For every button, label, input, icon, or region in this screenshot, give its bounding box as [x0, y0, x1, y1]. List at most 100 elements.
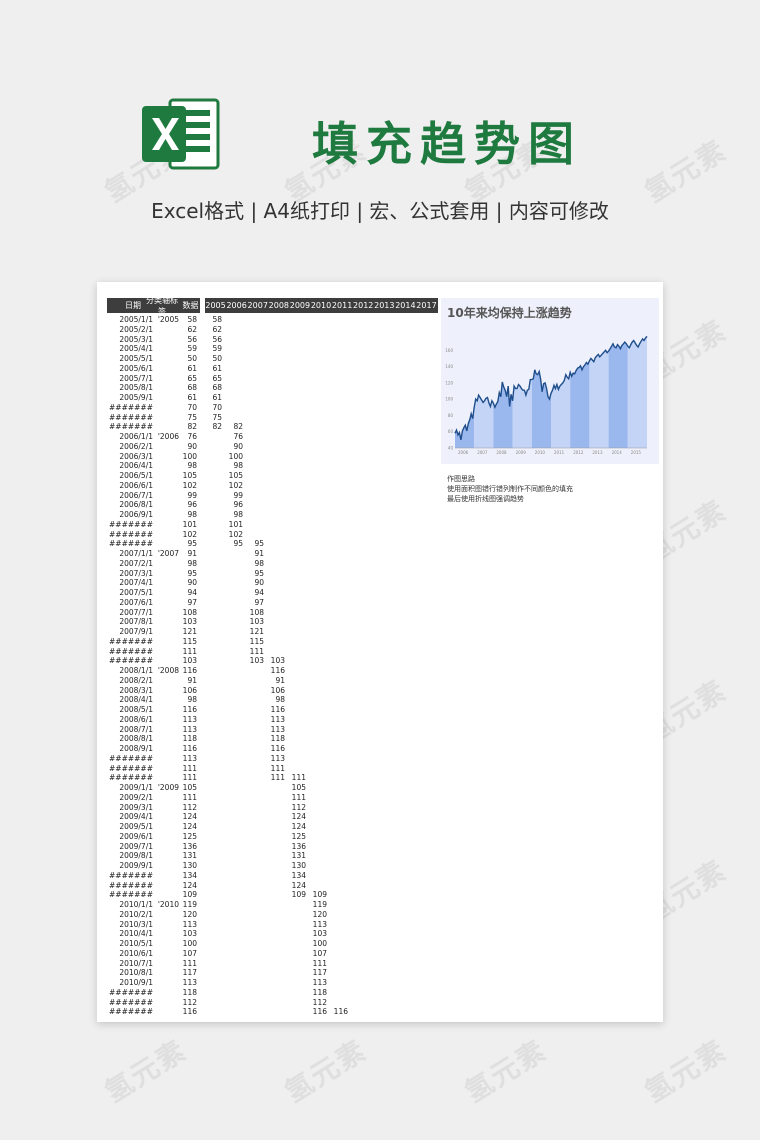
- year-value-cell: 112: [312, 997, 327, 1007]
- year-value-cell: 111: [249, 646, 264, 656]
- table-row: 2010/2/1 120 120: [97, 910, 663, 920]
- year-value-cell: 124: [291, 822, 306, 831]
- value-cell: 107: [182, 948, 197, 958]
- y-tick-label: 120: [445, 380, 453, 385]
- year-value-cell: 98: [275, 695, 285, 705]
- date-cell: 2006/7/1: [119, 490, 153, 500]
- date-cell: #######: [109, 997, 153, 1007]
- year-value-cell: 97: [254, 597, 264, 607]
- year-header-2012: 2012: [353, 301, 374, 310]
- table-row: 2006/7/1 99 99: [97, 491, 663, 501]
- date-cell: 2005/2/1: [119, 324, 153, 334]
- year-value-cell: 105: [228, 471, 243, 480]
- table-row: 2006/9/1 98 98: [97, 510, 663, 520]
- date-cell: #######: [109, 539, 153, 549]
- year-header-2010: 2010: [310, 301, 332, 310]
- table-row: 2008/2/1 91 91: [97, 676, 663, 686]
- year-value-cell: 116: [312, 1007, 327, 1017]
- date-cell: #######: [109, 773, 153, 783]
- area-band-2014: [608, 342, 628, 448]
- value-cell: 111: [182, 773, 197, 783]
- year-value-cell: 117: [312, 968, 327, 978]
- date-cell: #######: [109, 880, 153, 890]
- x-tick-label: 2015: [631, 450, 642, 455]
- value-cell: 113: [182, 724, 197, 734]
- watermark-text: 氢元素: [458, 1033, 553, 1110]
- value-cell: 117: [182, 968, 197, 978]
- table-row: ####### 134 134: [97, 871, 663, 881]
- category-cell: '2010: [157, 900, 179, 909]
- table-row: ####### 103 103 103: [97, 656, 663, 666]
- year-header-2013: 2013: [374, 301, 395, 310]
- year-value-cell-next: 109: [312, 890, 327, 900]
- year-value-cell: 119: [312, 900, 327, 909]
- value-cell: 125: [182, 831, 197, 841]
- year-value-cell: 124: [291, 880, 306, 890]
- column-header-category: 分类轴标签: [146, 295, 178, 316]
- table-row: 2009/5/1 124 124: [97, 822, 663, 832]
- year-value-cell: 96: [233, 500, 243, 510]
- year-value-cell: 108: [249, 607, 264, 617]
- x-tick-label: 2008: [496, 450, 507, 455]
- date-cell: #######: [109, 870, 153, 880]
- table-row: 2007/8/1 103 103: [97, 617, 663, 627]
- value-cell: 94: [187, 588, 197, 597]
- table-row: 2007/4/1 90 90: [97, 578, 663, 588]
- value-cell: 82: [187, 422, 197, 432]
- table-row: ####### 111 111: [97, 764, 663, 774]
- year-value-cell: 98: [254, 558, 264, 568]
- table-row: 2008/6/1 113 113: [97, 715, 663, 725]
- table-row: 2009/9/1 130 130: [97, 861, 663, 871]
- date-cell: 2007/6/1: [119, 597, 153, 607]
- value-cell: 103: [182, 929, 197, 939]
- value-cell: 99: [187, 490, 197, 500]
- value-cell: 98: [187, 558, 197, 568]
- table-row: 2007/7/1 108 108: [97, 608, 663, 618]
- date-cell: 2006/3/1: [119, 451, 153, 461]
- year-value-cell: 112: [291, 802, 306, 812]
- y-tick-label: 40: [448, 446, 454, 451]
- date-cell: 2007/8/1: [119, 617, 153, 627]
- value-cell: 115: [182, 636, 197, 646]
- year-value-cell: 70: [212, 402, 222, 412]
- year-value-cell: 56: [212, 334, 222, 344]
- x-tick-label: 2007: [477, 450, 488, 455]
- year-value-cell: 103: [312, 929, 327, 939]
- year-value-cell-next: 82: [233, 422, 243, 432]
- category-cell: '2007: [157, 549, 179, 558]
- date-cell: 2005/8/1: [119, 383, 153, 393]
- year-value-cell: 65: [212, 373, 222, 383]
- table-row: ####### 111 111 111: [97, 773, 663, 783]
- value-cell: 50: [187, 354, 197, 363]
- value-cell: 62: [187, 324, 197, 334]
- column-header-date: 日期: [125, 301, 141, 310]
- year-header-2006: 2006: [226, 301, 247, 310]
- category-cell: '2006: [157, 432, 179, 441]
- y-tick-label: 100: [445, 397, 453, 402]
- value-cell: 111: [182, 958, 197, 968]
- date-cell: #######: [109, 763, 153, 773]
- table-row: 2009/8/1 131 131: [97, 851, 663, 861]
- date-cell: 2005/1/1: [119, 315, 153, 324]
- value-cell: 100: [182, 451, 197, 461]
- date-cell: 2007/4/1: [119, 578, 153, 588]
- date-cell: 2007/9/1: [119, 627, 153, 636]
- date-cell: 2008/5/1: [119, 705, 153, 714]
- table-row: ####### 118 118: [97, 988, 663, 998]
- value-cell: 109: [182, 890, 197, 900]
- date-cell: 2005/3/1: [119, 334, 153, 344]
- date-cell: 2006/4/1: [119, 461, 153, 471]
- excel-logo-icon: [142, 98, 220, 170]
- table-row: 2007/6/1 97 97: [97, 598, 663, 608]
- value-cell: 116: [182, 705, 197, 714]
- category-cell: '2008: [157, 666, 179, 675]
- date-cell: 2007/2/1: [119, 558, 153, 568]
- date-cell: 2007/7/1: [119, 607, 153, 617]
- value-cell: 61: [187, 393, 197, 402]
- year-value-cell: 98: [233, 510, 243, 519]
- year-value-cell: 111: [270, 763, 285, 773]
- year-value-cell: 82: [212, 422, 222, 432]
- year-value-cell-next: 116: [333, 1007, 348, 1017]
- table-row: 2008/7/1 113 113: [97, 725, 663, 735]
- table-row: 2008/4/1 98 98: [97, 695, 663, 705]
